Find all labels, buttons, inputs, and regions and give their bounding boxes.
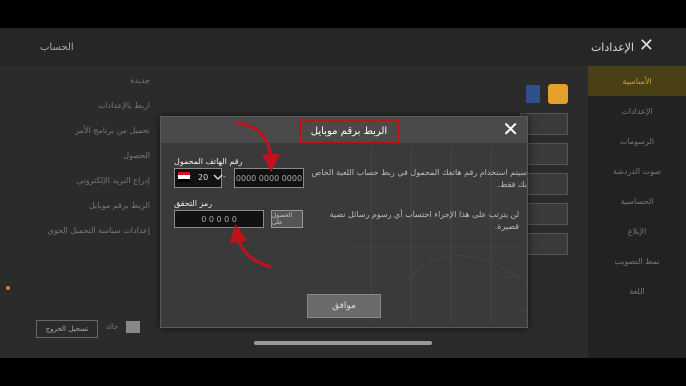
sidebar-item[interactable]: اللغة bbox=[588, 276, 686, 306]
sidebar-item[interactable]: الإعدادات bbox=[588, 96, 686, 126]
sidebar-item[interactable]: صوت الدردشة bbox=[588, 156, 686, 186]
verify-label: رمز التحقق bbox=[174, 199, 213, 208]
list-item[interactable]: الربط برقم موبايل bbox=[36, 193, 160, 218]
close-icon[interactable]: ✕ bbox=[502, 119, 519, 139]
phone-description: سيتم استخدام رقم هاتفك المحمول في ربط حس… bbox=[311, 168, 527, 189]
home-indicator bbox=[254, 341, 432, 345]
country-code-value: 20 bbox=[198, 173, 209, 182]
sidebar-item[interactable]: الإبلاغ bbox=[588, 216, 686, 246]
list-item[interactable]: الحصول bbox=[36, 143, 160, 168]
country-code-select[interactable]: 20 bbox=[174, 168, 223, 188]
dialog-title: الربط برقم موبايل bbox=[299, 120, 399, 143]
get-code-button[interactable]: الحصول على bbox=[271, 210, 303, 228]
list-item[interactable]: إعدادات سياسة التحميل الجوي bbox=[36, 218, 160, 243]
mobile-binding-dialog: الربط برقم موبايل ✕ رقم الهاتف المحمول 2… bbox=[160, 116, 528, 328]
top-bar: الحساب الإعدادات ✕ bbox=[0, 28, 686, 66]
game-settings-screen: الحساب الإعدادات ✕ جديدة اربط بالإعدادات… bbox=[0, 28, 686, 358]
account-options-list: جديدة اربط بالإعدادات تحميل من برنامج ال… bbox=[36, 68, 160, 298]
sms-description: لن يترتب على هذا الإجراء احتساب أي رسوم … bbox=[329, 210, 519, 231]
egypt-flag-icon bbox=[178, 172, 190, 182]
phone-input[interactable]: 0000 0000 0000 bbox=[234, 168, 304, 188]
sidebar-item[interactable]: نمط التصويب bbox=[588, 246, 686, 276]
separator-dash: - bbox=[223, 172, 226, 181]
settings-title: الإعدادات bbox=[590, 41, 634, 54]
close-settings-icon[interactable]: ✕ bbox=[639, 37, 654, 55]
status-label: حالة bbox=[106, 323, 119, 331]
game-center-icon[interactable] bbox=[548, 84, 568, 104]
account-title: الحساب bbox=[40, 42, 74, 53]
sidebar-item-basic[interactable]: الأساسية bbox=[588, 66, 686, 96]
notification-dot bbox=[6, 286, 10, 290]
status-icon bbox=[126, 321, 140, 333]
list-item[interactable]: تحميل من برنامج الأمر bbox=[36, 118, 160, 143]
sidebar-item[interactable]: الحساسية bbox=[588, 186, 686, 216]
list-item[interactable]: إدراج البريد الإلكتروني bbox=[36, 168, 160, 193]
chevron-down-icon bbox=[213, 174, 223, 180]
list-item[interactable]: اربط بالإعدادات bbox=[36, 93, 160, 118]
ok-button[interactable]: موافق bbox=[307, 294, 381, 318]
settings-sidebar: الأساسية الإعدادات الرسومات صوت الدردشة … bbox=[588, 66, 686, 358]
list-item[interactable]: جديدة bbox=[36, 68, 160, 93]
verification-code-input[interactable]: 0 0 0 0 0 bbox=[174, 210, 264, 228]
logout-button[interactable]: تسجيل الخروج bbox=[36, 320, 98, 338]
phone-label: رقم الهاتف المحمول bbox=[174, 157, 243, 166]
facebook-icon[interactable] bbox=[526, 85, 540, 103]
sidebar-item[interactable]: الرسومات bbox=[588, 126, 686, 156]
